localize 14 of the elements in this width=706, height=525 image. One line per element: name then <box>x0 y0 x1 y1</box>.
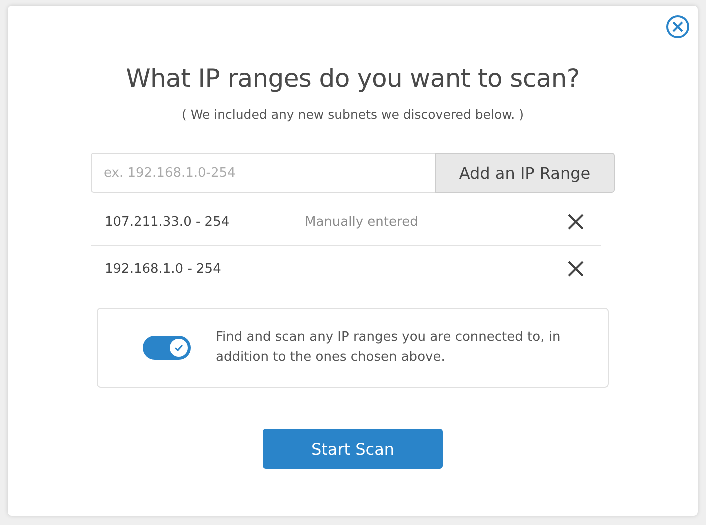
start-scan-button[interactable]: Start Scan <box>263 429 443 469</box>
close-icon[interactable] <box>666 15 690 39</box>
remove-icon[interactable] <box>567 260 585 278</box>
auto-scan-toggle[interactable] <box>143 336 191 360</box>
add-range-button[interactable]: Add an IP Range <box>435 153 615 193</box>
check-icon <box>174 343 184 353</box>
ip-range: 107.211.33.0 - 254 <box>105 214 231 230</box>
dialog-title: What IP ranges do you want to scan? <box>126 64 580 93</box>
auto-scan-description: Find and scan any IP ranges you are connected to, in addition to the ones chosen above. <box>216 329 562 367</box>
subtitle: ( We included any new subnets we discovered below. ) <box>182 107 524 122</box>
ip-range: 192.168.1.0 - 254 <box>105 262 222 276</box>
remove-icon[interactable] <box>567 213 585 231</box>
range-source: Manually entered <box>305 214 420 230</box>
ip-range-input[interactable]: ex. 192.168.1.0-254 <box>91 153 435 193</box>
